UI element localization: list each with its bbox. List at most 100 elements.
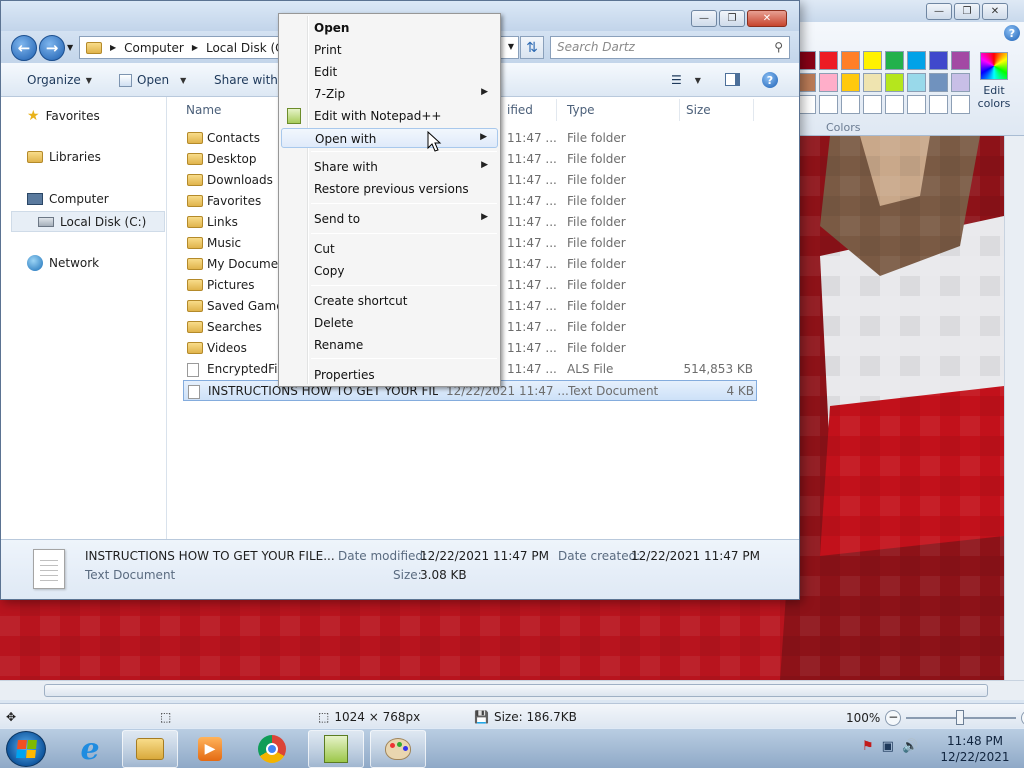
menu-item-edit[interactable]: Edit xyxy=(281,62,498,82)
column-header-name[interactable]: Name xyxy=(186,103,221,117)
forward-button[interactable]: → xyxy=(39,35,65,61)
menu-item-delete[interactable]: Delete xyxy=(281,313,498,333)
organize-button[interactable]: Organize ▼ xyxy=(27,73,92,87)
color-swatch[interactable] xyxy=(863,95,882,114)
menu-item-share-with[interactable]: Share with ▶ xyxy=(281,157,498,177)
help-icon[interactable]: ? xyxy=(762,72,778,88)
color-swatch[interactable] xyxy=(863,51,882,70)
nav-local-disk[interactable]: Local Disk (C:) xyxy=(11,211,165,232)
taskbar-notepadpp[interactable] xyxy=(308,730,364,768)
close-button[interactable]: ✕ xyxy=(747,10,787,27)
column-header-date[interactable]: ified xyxy=(507,103,533,117)
taskbar-paint[interactable] xyxy=(370,730,426,768)
color-swatch[interactable] xyxy=(951,51,970,70)
address-dropdown-icon[interactable]: ▼ xyxy=(508,42,514,51)
taskbar-internet-explorer[interactable]: e xyxy=(62,730,118,768)
color-swatch[interactable] xyxy=(819,73,838,92)
preview-pane-button[interactable] xyxy=(725,73,740,86)
color-swatch[interactable] xyxy=(885,51,904,70)
organize-label: Organize xyxy=(27,73,81,87)
color-swatch[interactable] xyxy=(929,95,948,114)
menu-item-properties[interactable]: Properties xyxy=(281,365,498,385)
menu-item-cut[interactable]: Cut xyxy=(281,239,498,259)
menu-item-copy[interactable]: Copy xyxy=(281,261,498,281)
taskbar-chrome[interactable] xyxy=(244,730,300,768)
canvas-vertical-scrollbar[interactable] xyxy=(1004,136,1024,680)
menu-separator xyxy=(311,233,497,234)
color-swatch[interactable] xyxy=(929,51,948,70)
column-separator[interactable] xyxy=(556,99,557,121)
color-swatch[interactable] xyxy=(863,73,882,92)
system-clock[interactable]: 11:48 PM 12/22/2021 xyxy=(940,733,1010,765)
paint-help-icon[interactable]: ? xyxy=(1004,25,1020,41)
zoom-out-button[interactable]: − xyxy=(885,710,902,726)
color-swatch[interactable] xyxy=(951,95,970,114)
file-name: Downloads xyxy=(207,173,273,187)
computer-icon xyxy=(27,193,43,205)
nav-network[interactable]: Network xyxy=(27,255,99,271)
menu-item-restore-previous-versions[interactable]: Restore previous versions xyxy=(281,179,498,199)
taskbar: e ▶ ⚑ ▣ 🔊 11:48 PM 12/22/2021 xyxy=(0,728,1024,768)
menu-item-create-shortcut[interactable]: Create shortcut xyxy=(281,291,498,311)
volume-icon[interactable]: 🔊 xyxy=(902,739,918,754)
drive-icon xyxy=(38,216,54,227)
file-size: 4 KB xyxy=(726,384,754,398)
menu-item-edit-with-notepadpp[interactable]: Edit with Notepad++ xyxy=(281,106,498,126)
edit-colors-button[interactable]: Edit colors xyxy=(976,52,1012,110)
canvas-horizontal-scrollbar[interactable] xyxy=(0,680,1024,700)
zoom-slider[interactable] xyxy=(906,710,1017,725)
paint-minimize-button[interactable]: — xyxy=(926,3,952,20)
column-separator[interactable] xyxy=(679,99,680,121)
open-button[interactable]: Open ▼ xyxy=(119,73,186,87)
change-view-button[interactable]: ☰ ▼ xyxy=(671,73,701,87)
recent-pages-dropdown[interactable]: ▼ xyxy=(67,43,73,52)
column-header-type[interactable]: Type xyxy=(567,103,595,117)
network-icon xyxy=(27,255,43,271)
color-swatch[interactable] xyxy=(841,95,860,114)
search-icon[interactable]: ⚲ xyxy=(774,40,783,54)
menu-item-7zip[interactable]: 7-Zip ▶ xyxy=(281,84,498,104)
color-swatch[interactable] xyxy=(907,73,926,92)
column-separator[interactable] xyxy=(753,99,754,121)
breadcrumb-computer[interactable]: Computer xyxy=(124,41,184,55)
document-icon xyxy=(187,363,199,377)
breadcrumb-separator: ▶ xyxy=(110,43,117,52)
color-swatch[interactable] xyxy=(907,51,926,70)
horizontal-scroll-thumb[interactable] xyxy=(44,684,988,697)
color-swatch[interactable] xyxy=(929,73,948,92)
chevron-down-icon: ▼ xyxy=(180,75,187,85)
column-header-size[interactable]: Size xyxy=(686,103,711,117)
color-swatch[interactable] xyxy=(841,73,860,92)
start-button[interactable] xyxy=(6,731,46,767)
back-button[interactable]: ← xyxy=(11,35,37,61)
color-swatch[interactable] xyxy=(885,73,904,92)
minimize-button[interactable]: — xyxy=(691,10,717,27)
network-tray-icon[interactable]: ▣ xyxy=(882,739,894,754)
nav-computer[interactable]: Computer xyxy=(27,192,109,206)
nav-favorites[interactable]: ★ Favorites xyxy=(27,108,100,124)
menu-item-print[interactable]: Print xyxy=(281,40,498,60)
color-swatch[interactable] xyxy=(951,73,970,92)
file-type: File folder xyxy=(567,194,626,208)
maximize-button[interactable]: ❐ xyxy=(719,10,745,27)
color-swatch[interactable] xyxy=(819,95,838,114)
menu-item-open[interactable]: Open xyxy=(281,18,498,38)
menu-item-rename[interactable]: Rename xyxy=(281,335,498,355)
color-swatch[interactable] xyxy=(841,51,860,70)
menu-item-send-to[interactable]: Send to ▶ xyxy=(281,209,498,229)
paint-close-button[interactable]: ✕ xyxy=(982,3,1008,20)
action-center-flag-icon[interactable]: ⚑ xyxy=(862,739,874,754)
menu-item-label: Open xyxy=(314,21,350,35)
refresh-button[interactable]: ⇅ xyxy=(520,36,544,59)
zoom-slider-thumb[interactable] xyxy=(956,710,965,725)
file-date: 11:47 ... xyxy=(507,278,557,292)
taskbar-media-player[interactable]: ▶ xyxy=(182,730,238,768)
menu-item-open-with[interactable]: Open with ▶ xyxy=(281,128,498,148)
search-input[interactable]: Search Dartz ⚲ xyxy=(550,36,790,59)
nav-libraries[interactable]: Libraries xyxy=(27,150,101,164)
color-swatch[interactable] xyxy=(907,95,926,114)
taskbar-explorer[interactable] xyxy=(122,730,178,768)
color-swatch[interactable] xyxy=(819,51,838,70)
color-swatch[interactable] xyxy=(885,95,904,114)
paint-maximize-button[interactable]: ❐ xyxy=(954,3,980,20)
